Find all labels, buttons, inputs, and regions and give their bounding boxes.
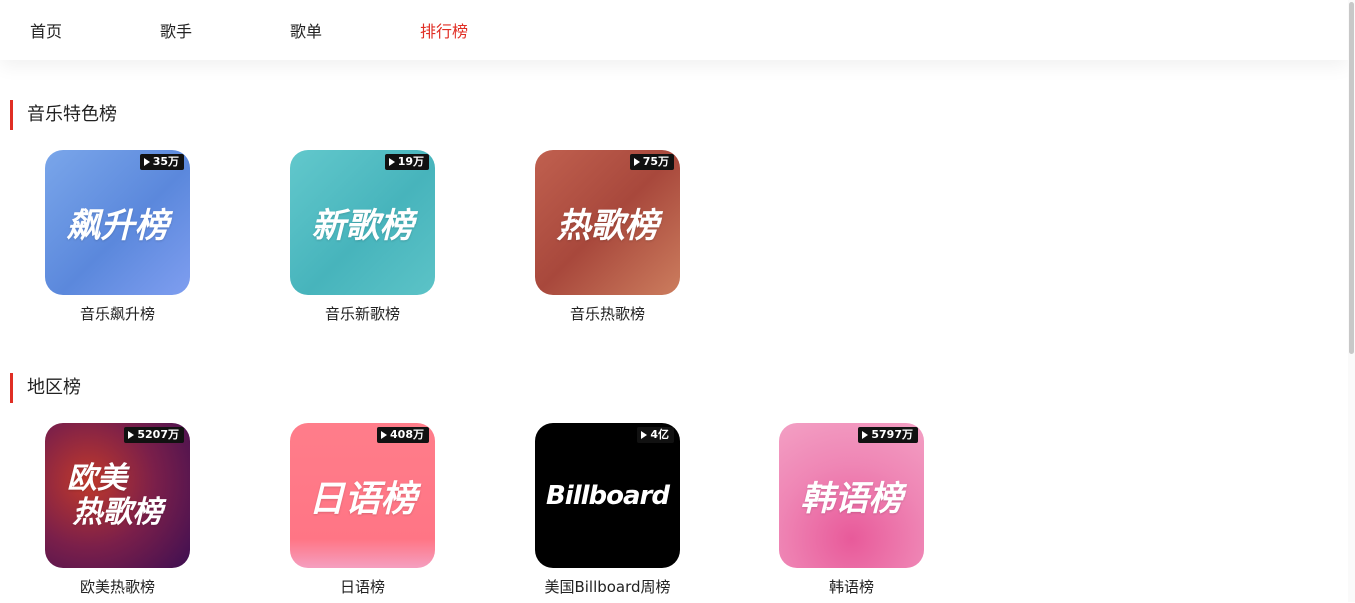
play-count: 75万 (642, 155, 669, 168)
cover-art-text: 新歌榜 (311, 206, 414, 246)
chart-cover[interactable]: 欧美 热歌榜 5207万 (45, 423, 190, 568)
chart-cover[interactable]: Billboard 4亿 (535, 423, 680, 568)
section-title-featured: 音乐特色榜 (10, 100, 117, 130)
play-icon (388, 158, 395, 166)
chart-name[interactable]: 音乐飙升榜 (25, 303, 210, 324)
play-icon (381, 431, 388, 439)
vertical-scrollbar[interactable] (1348, 0, 1355, 602)
chart-name[interactable]: 音乐热歌榜 (515, 303, 700, 324)
play-icon (862, 431, 869, 439)
chart-card-billboard[interactable]: Billboard 4亿 美国Billboard周榜 (535, 423, 680, 603)
chart-card-soaring[interactable]: 飙升榜 35万 音乐飙升榜 (45, 150, 190, 330)
chart-name[interactable]: 音乐新歌榜 (270, 303, 455, 324)
chart-card-western[interactable]: 欧美 热歌榜 5207万 欧美热歌榜 (45, 423, 190, 603)
chart-name[interactable]: 日语榜 (270, 576, 455, 597)
play-count-badge: 5207万 (124, 427, 184, 443)
cover-art-text: 飙升榜 (66, 206, 169, 246)
play-count-badge: 75万 (629, 154, 674, 170)
cover-art-text: 韩语榜 (800, 479, 903, 519)
play-count-badge: 5797万 (858, 427, 918, 443)
chart-card-japanese[interactable]: 日语榜 408万 日语榜 (290, 423, 435, 603)
cover-art-text: 热歌榜 (556, 206, 659, 246)
chart-cover[interactable]: 热歌榜 75万 (535, 150, 680, 295)
chart-cover[interactable]: 韩语榜 5797万 (779, 423, 924, 568)
play-icon (641, 431, 648, 439)
cover-art-line2: 热歌榜 (72, 494, 163, 530)
play-icon (128, 431, 135, 439)
scrollbar-thumb[interactable] (1349, 2, 1354, 354)
chart-card-hot-songs[interactable]: 热歌榜 75万 音乐热歌榜 (535, 150, 680, 330)
play-count-badge: 19万 (384, 154, 429, 170)
play-count: 4亿 (650, 428, 669, 441)
tab-charts[interactable]: 排行榜 (420, 20, 468, 44)
play-count: 5797万 (871, 428, 913, 441)
top-nav: 首页 歌手 歌单 排行榜 (0, 0, 1348, 60)
play-count-badge: 408万 (377, 427, 429, 443)
play-count: 35万 (152, 155, 179, 168)
play-count: 5207万 (137, 428, 179, 441)
play-count-badge: 35万 (139, 154, 184, 170)
cover-art-text: 欧美 热歌榜 (45, 423, 190, 568)
chart-name[interactable]: 美国Billboard周榜 (515, 576, 700, 597)
chart-cover[interactable]: 日语榜 408万 (290, 423, 435, 568)
billboard-logo: Billboard (545, 480, 670, 511)
chart-name[interactable]: 欧美热歌榜 (25, 576, 210, 597)
tab-home[interactable]: 首页 (30, 20, 62, 44)
chart-card-korean[interactable]: 韩语榜 5797万 韩语榜 (779, 423, 924, 603)
play-icon (143, 158, 150, 166)
chart-cover[interactable]: 新歌榜 19万 (290, 150, 435, 295)
play-count-badge: 4亿 (637, 427, 674, 443)
play-count: 19万 (397, 155, 424, 168)
section-title-regional: 地区榜 (10, 373, 81, 403)
play-icon (633, 158, 640, 166)
cover-art-text: 日语榜 (308, 478, 417, 520)
chart-cover[interactable]: 飙升榜 35万 (45, 150, 190, 295)
cover-art-line1: 欧美 (67, 460, 127, 496)
chart-card-new-songs[interactable]: 新歌榜 19万 音乐新歌榜 (290, 150, 435, 330)
chart-name[interactable]: 韩语榜 (759, 576, 944, 597)
tab-playlists[interactable]: 歌单 (290, 20, 322, 44)
tab-singers[interactable]: 歌手 (160, 20, 192, 44)
play-count: 408万 (390, 428, 424, 441)
